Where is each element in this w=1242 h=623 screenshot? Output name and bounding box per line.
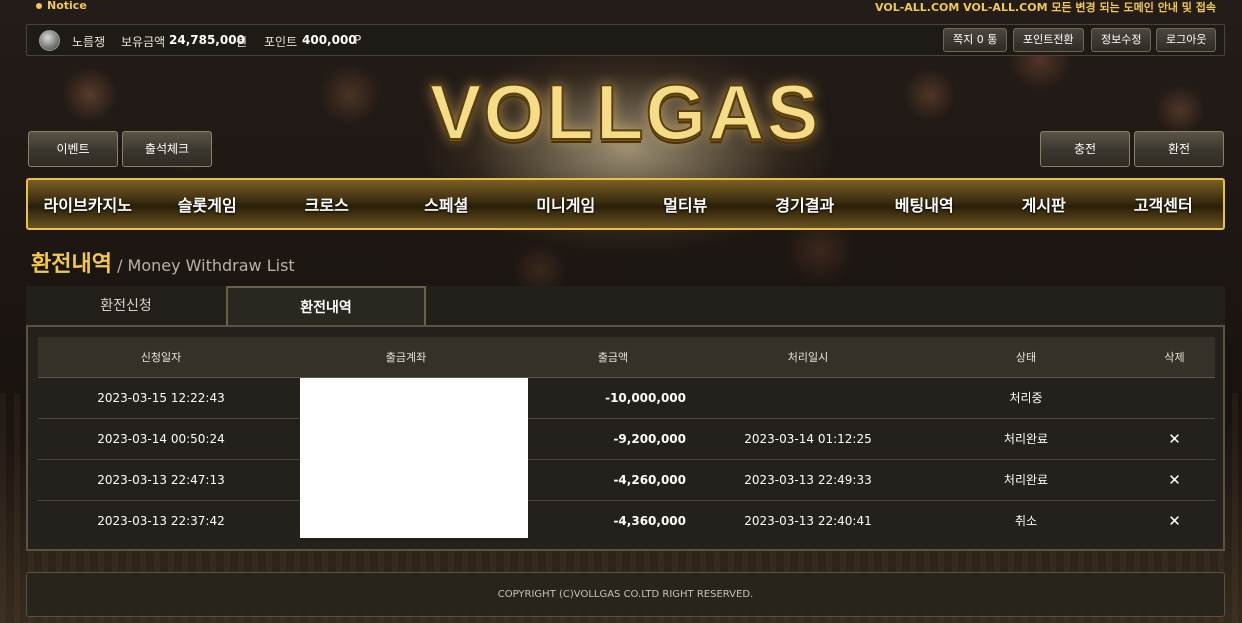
- withdraw-list-panel: 신청일자 출금계좌 출금액 처리일시 상태 삭제 2023-03-15 12:2…: [26, 325, 1225, 551]
- cell-delete: ✕: [1134, 500, 1215, 541]
- nav-special[interactable]: 스페셜: [387, 192, 507, 216]
- balance-unit: 원: [236, 35, 248, 49]
- event-button[interactable]: 이벤트: [28, 131, 118, 167]
- points-value: 400,000: [302, 33, 357, 47]
- notice-dot-icon: [36, 3, 42, 9]
- cell-amount: -10,000,000: [528, 377, 698, 419]
- header-request-date: 신청일자: [38, 337, 284, 378]
- cell-date: 2023-03-15 12:22:43: [38, 377, 284, 419]
- cell-date: 2023-03-13 22:37:42: [97, 513, 225, 528]
- redacted-account-block: [300, 378, 528, 538]
- points-unit: P: [354, 33, 362, 47]
- cell-delete: [1134, 377, 1215, 419]
- notice-bar: Notice VOL-ALL.COM VOL-ALL.COM 모든 변경 되는 …: [0, 0, 1242, 14]
- edit-info-button[interactable]: 정보수정: [1091, 28, 1152, 52]
- tab-withdraw-history[interactable]: 환전내역: [226, 286, 426, 327]
- cell-date: 2023-03-13 22:47:13: [38, 459, 284, 501]
- withdraw-button[interactable]: 환전: [1134, 131, 1224, 167]
- footer-copyright: COPYRIGHT (C)VOLLGAS CO.LTD RIGHT RESERV…: [26, 572, 1225, 617]
- cell-status: 처리완료: [918, 418, 1134, 460]
- cell-amount: -9,200,000: [528, 418, 698, 460]
- page-title-ko: 환전내역: [31, 252, 112, 277]
- nav-results[interactable]: 경기결과: [745, 192, 865, 216]
- balance-label: 보유금액: [121, 35, 166, 49]
- nav-cross[interactable]: 크로스: [267, 192, 387, 216]
- table-row: 2023-03-14 00:50:24 -9,200,000 2023-03-1…: [38, 418, 1215, 460]
- messages-button[interactable]: 쪽지 0 통: [943, 28, 1008, 52]
- tab-withdraw-request[interactable]: 환전신청: [26, 286, 226, 326]
- points-label: 포인트: [264, 35, 298, 49]
- attendance-button[interactable]: 출석체크: [122, 131, 212, 167]
- delete-icon[interactable]: ✕: [1168, 471, 1181, 489]
- user-bar: 노름쟁 보유금액 24,785,000 원 포인트 400,000 P 쪽지 0…: [26, 24, 1225, 56]
- delete-icon[interactable]: ✕: [1168, 512, 1181, 530]
- cell-processed: [698, 377, 918, 419]
- nav-board[interactable]: 게시판: [984, 192, 1104, 216]
- cell-amount: -4,360,000: [613, 513, 686, 528]
- point-convert-button[interactable]: 포인트전환: [1013, 28, 1084, 52]
- main-nav: 라이브카지노 슬롯게임 크로스 스페셜 미니게임 멀티뷰 경기결과 베팅내역 게…: [26, 178, 1225, 230]
- cell-status: 처리완료: [918, 459, 1134, 501]
- nav-multiview[interactable]: 멀티뷰: [626, 192, 746, 216]
- tab-bar: 환전신청 환전내역: [26, 286, 1225, 327]
- nav-bet-history[interactable]: 베팅내역: [865, 192, 985, 216]
- site-logo[interactable]: VOLLGAS: [400, 60, 850, 160]
- cell-status: 취소: [1014, 514, 1038, 529]
- nav-slot-game[interactable]: 슬롯게임: [148, 192, 268, 216]
- page-title-en: / Money Withdraw List: [117, 256, 295, 275]
- table-header-row: 신청일자 출금계좌 출금액 처리일시 상태 삭제: [38, 337, 1215, 378]
- cell-processed: 2023-03-14 01:12:25: [698, 418, 918, 460]
- cell-delete: ✕: [1134, 418, 1215, 460]
- header-processed-at: 처리일시: [698, 337, 918, 378]
- cell-processed: 2023-03-13 22:49:33: [698, 459, 918, 501]
- table-row: 2023-03-13 22:47:13 -4,260,000 2023-03-1…: [38, 459, 1215, 501]
- cell-processed: 2023-03-13 22:40:41: [744, 513, 872, 528]
- cell-date: 2023-03-14 00:50:24: [38, 418, 284, 460]
- table-row: 2023-03-13 22:37:42 -4,360,000 2023-03-1…: [38, 500, 1215, 541]
- page-title: 환전내역 / Money Withdraw List: [31, 246, 295, 278]
- cell-delete: ✕: [1134, 459, 1215, 501]
- cell-status: 처리중: [918, 377, 1134, 419]
- header-amount: 출금액: [528, 337, 698, 378]
- logout-button[interactable]: 로그아웃: [1156, 28, 1217, 52]
- username: 노름쟁: [72, 35, 106, 49]
- deposit-button[interactable]: 충전: [1040, 131, 1130, 167]
- header-status: 상태: [918, 337, 1134, 378]
- notice-text[interactable]: VOL-ALL.COM VOL-ALL.COM 모든 변경 되는 도메인 안내 …: [875, 0, 1216, 15]
- nav-live-casino[interactable]: 라이브카지노: [28, 192, 148, 216]
- avatar-icon: [39, 30, 60, 51]
- delete-icon[interactable]: ✕: [1168, 430, 1181, 448]
- header-account: 출금계좌: [284, 337, 528, 378]
- balance-value: 24,785,000: [169, 33, 245, 47]
- withdraw-table: 신청일자 출금계좌 출금액 처리일시 상태 삭제 2023-03-15 12:2…: [38, 337, 1215, 541]
- nav-mini-game[interactable]: 미니게임: [506, 192, 626, 216]
- cell-amount: -4,260,000: [528, 459, 698, 501]
- notice-label: Notice: [47, 0, 87, 12]
- nav-customer-center[interactable]: 고객센터: [1104, 192, 1224, 216]
- table-row: 2023-03-15 12:22:43 -10,000,000 처리중: [38, 377, 1215, 419]
- header-delete: 삭제: [1134, 337, 1215, 378]
